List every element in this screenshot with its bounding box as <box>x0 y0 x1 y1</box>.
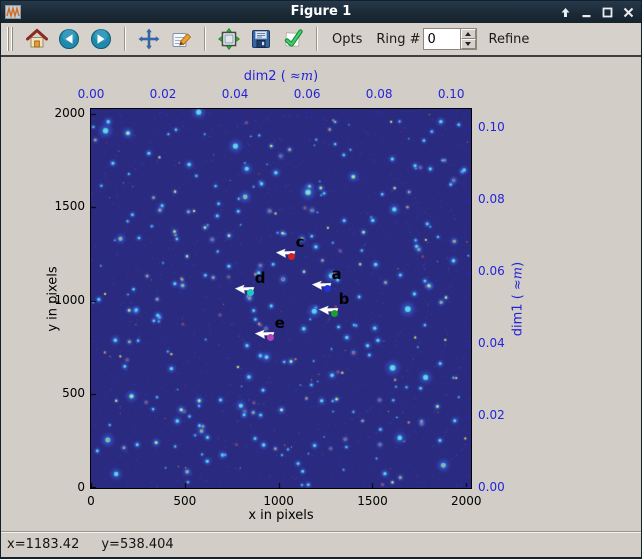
check-icon <box>284 29 303 47</box>
y-tick-label: 500 <box>62 386 85 401</box>
point-dot-e <box>266 334 274 342</box>
point-dot-a <box>323 285 331 293</box>
point-label-e: e <box>274 314 285 333</box>
x-tick-label: 1000 <box>263 494 294 508</box>
right-tick-label: 0.08 <box>478 192 505 207</box>
pan-button[interactable] <box>134 25 164 53</box>
save-icon <box>252 30 270 48</box>
ring-number-label: Ring # <box>376 31 421 47</box>
title-bar[interactable]: Figure 1 <box>1 1 641 23</box>
matplotlib-window-icon <box>4 4 22 20</box>
y-tick-label: 0 <box>77 480 85 494</box>
point-dot-b <box>330 310 338 318</box>
cursor-x-readout: x=1183.42 <box>7 537 80 552</box>
cursor-y-readout: y=538.404 <box>101 537 174 552</box>
x-axis-label: x in pixels <box>248 508 314 523</box>
toolbar-separator <box>316 27 318 51</box>
right-tick-label: 0.04 <box>478 336 505 351</box>
y-axis-label: y in pixels <box>45 266 61 332</box>
spin-down-icon <box>465 42 472 46</box>
x-tick-label: 2000 <box>451 494 482 508</box>
minimize-button[interactable] <box>579 5 593 19</box>
toolbar: Opts Ring # Refine <box>1 23 641 57</box>
toolbar-separator <box>204 27 206 51</box>
figure-window: Figure 1 Opts Ring # 0 Refine a b c d e … <box>0 0 642 559</box>
home-icon <box>26 28 48 48</box>
forward-icon <box>91 29 111 49</box>
diffraction-image[interactable] <box>91 109 471 488</box>
right-tick-label: 0.10 <box>478 120 505 135</box>
opts-button[interactable]: Opts <box>325 32 369 47</box>
point-label-d: d <box>254 269 266 288</box>
forward-button[interactable] <box>86 25 116 53</box>
subplots-icon <box>218 28 240 50</box>
ring-number-input[interactable] <box>423 29 460 49</box>
right-tick-label: 0.02 <box>478 408 505 422</box>
x-tick-label: 500 <box>173 494 197 508</box>
subplots-button[interactable] <box>214 25 244 53</box>
window-title: Figure 1 <box>290 4 352 19</box>
top-tick-label: 0.10 <box>437 87 465 101</box>
y-tick-label: 1500 <box>54 199 85 214</box>
spin-up-icon <box>465 32 472 36</box>
edit-note-icon <box>172 33 192 47</box>
x-tick-label: 0 <box>87 494 95 508</box>
pan-icon <box>138 28 160 50</box>
toolbar-grip[interactable] <box>7 27 15 51</box>
point-label-a: a <box>331 265 342 284</box>
point-label-c: c <box>295 233 305 252</box>
status-bar: x=1183.42 y=538.404 <box>1 531 641 557</box>
home-button[interactable] <box>22 25 52 53</box>
top-tick-label: 0.04 <box>221 87 249 101</box>
right-axis-label: dim1 ( ≈m) <box>510 261 526 337</box>
point-label-b: b <box>338 290 350 309</box>
save-button[interactable] <box>246 25 276 53</box>
spin-down-button[interactable] <box>460 39 476 49</box>
figure-canvas-area: abcde 0 500 1000 1500 2000 0 500 1000 1500 2000 0.… <box>1 59 641 531</box>
back-button[interactable] <box>54 25 84 53</box>
right-tick-label: 0.00 <box>478 480 505 494</box>
close-button[interactable] <box>621 5 635 19</box>
top-tick-label: 0.08 <box>365 87 393 101</box>
y-tick-label: 2000 <box>54 105 85 120</box>
top-tick-label: 0.02 <box>149 87 177 101</box>
maximize-button[interactable] <box>600 5 614 19</box>
top-axis-label: dim2 ( ≈m) <box>243 69 319 84</box>
shade-button[interactable] <box>558 5 572 19</box>
back-icon <box>59 29 79 49</box>
toolbar-separator <box>124 27 126 51</box>
plot-area: ab c d e <box>90 108 472 489</box>
zoom-edit-button[interactable] <box>166 25 196 53</box>
spin-up-button[interactable] <box>460 29 476 39</box>
top-tick-label: 0.06 <box>293 87 321 101</box>
apply-button[interactable] <box>278 25 308 53</box>
ring-number-spinbox <box>422 28 477 50</box>
window-controls <box>558 1 635 23</box>
top-tick-label: 0.00 <box>77 87 105 101</box>
refine-button[interactable]: Refine <box>477 32 537 47</box>
x-tick-label: 1500 <box>357 494 388 508</box>
right-tick-label: 0.06 <box>478 264 505 279</box>
